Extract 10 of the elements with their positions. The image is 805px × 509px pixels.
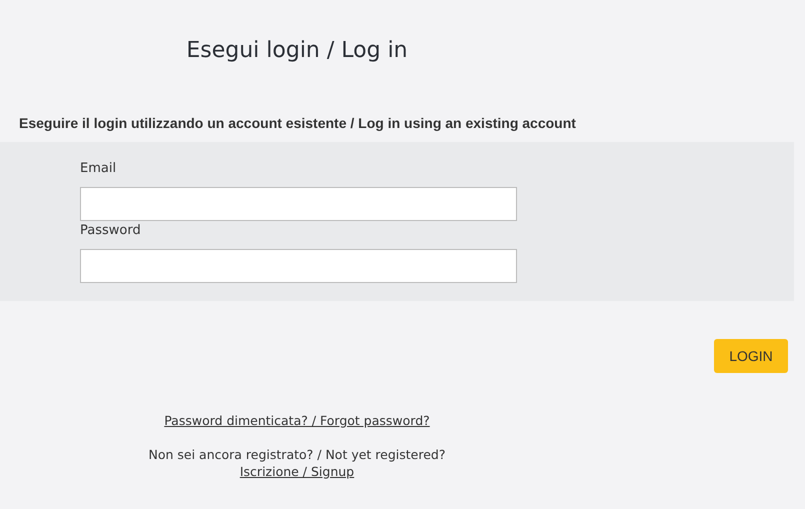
login-button[interactable]: LOGIN xyxy=(714,339,788,373)
forgot-password-link[interactable]: Password dimenticata? / Forgot password? xyxy=(164,412,430,429)
section-heading: Eseguire il login utilizzando un account esistente / Log in using an existing account xyxy=(19,115,577,132)
page-title: Esegui login / Log in xyxy=(186,37,408,65)
input-field[interactable] xyxy=(80,249,517,283)
signup-link[interactable]: Iscrizione / Signup xyxy=(240,463,354,480)
input-field[interactable] xyxy=(80,187,517,221)
field-label: Email xyxy=(80,160,116,178)
register-prompt: Non sei ancora registrato? / Not yet registered? xyxy=(148,446,446,463)
field-label: Password xyxy=(80,222,141,240)
